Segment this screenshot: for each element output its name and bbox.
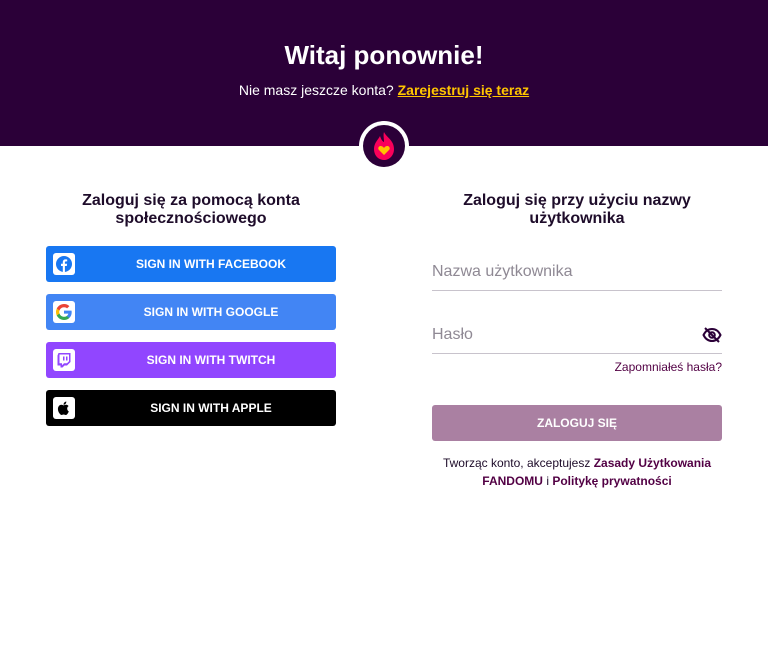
logo-badge (363, 125, 405, 167)
username-input[interactable] (432, 256, 692, 288)
apple-signin-label: SIGN IN WITH APPLE (150, 401, 272, 415)
password-field-wrapper (432, 319, 722, 354)
apple-signin-button[interactable]: SIGN IN WITH APPLE (46, 390, 336, 426)
username-field-wrapper (432, 256, 722, 291)
privacy-policy-link[interactable]: Politykę prywatności (552, 474, 671, 488)
register-prompt-text: Nie masz jeszcze konta? (238, 82, 394, 98)
forgot-password-link[interactable]: Zapomniałeś hasła? (432, 360, 722, 374)
register-link[interactable]: Zarejestruj się teraz (398, 82, 530, 98)
terms-notice: Tworząc konto, akceptujesz Zasady Użytko… (432, 454, 722, 490)
password-input[interactable] (432, 319, 692, 351)
google-signin-button[interactable]: SIGN IN WITH GOOGLE (46, 294, 336, 330)
eye-slash-icon[interactable] (702, 326, 722, 349)
twitch-signin-button[interactable]: SIGN IN WITH TWITCH (46, 342, 336, 378)
twitch-signin-label: SIGN IN WITH TWITCH (146, 353, 276, 367)
google-signin-label: SIGN IN WITH GOOGLE (143, 305, 279, 319)
fandom-logo (359, 121, 409, 171)
register-prompt: Nie masz jeszcze konta? Zarejestruj się … (0, 82, 768, 98)
facebook-icon (53, 253, 75, 275)
social-login-title: Zaloguj się za pomocą konta społeczności… (82, 192, 300, 227)
page-title: Witaj ponownie! (284, 40, 484, 70)
terms-and: i (546, 474, 549, 488)
terms-prefix: Tworząc konto, akceptujesz (442, 456, 591, 470)
apple-icon (53, 397, 75, 419)
google-icon (53, 301, 75, 323)
twitch-icon (53, 349, 75, 371)
login-button[interactable]: ZALOGUJ SIĘ (432, 405, 722, 441)
fandom-heart-flame-icon (374, 132, 394, 160)
facebook-signin-button[interactable]: SIGN IN WITH FACEBOOK (46, 246, 336, 282)
facebook-signin-label: SIGN IN WITH FACEBOOK (136, 257, 286, 271)
username-login-title: Zaloguj się przy użyciu nazwy użytkownik… (463, 192, 691, 227)
